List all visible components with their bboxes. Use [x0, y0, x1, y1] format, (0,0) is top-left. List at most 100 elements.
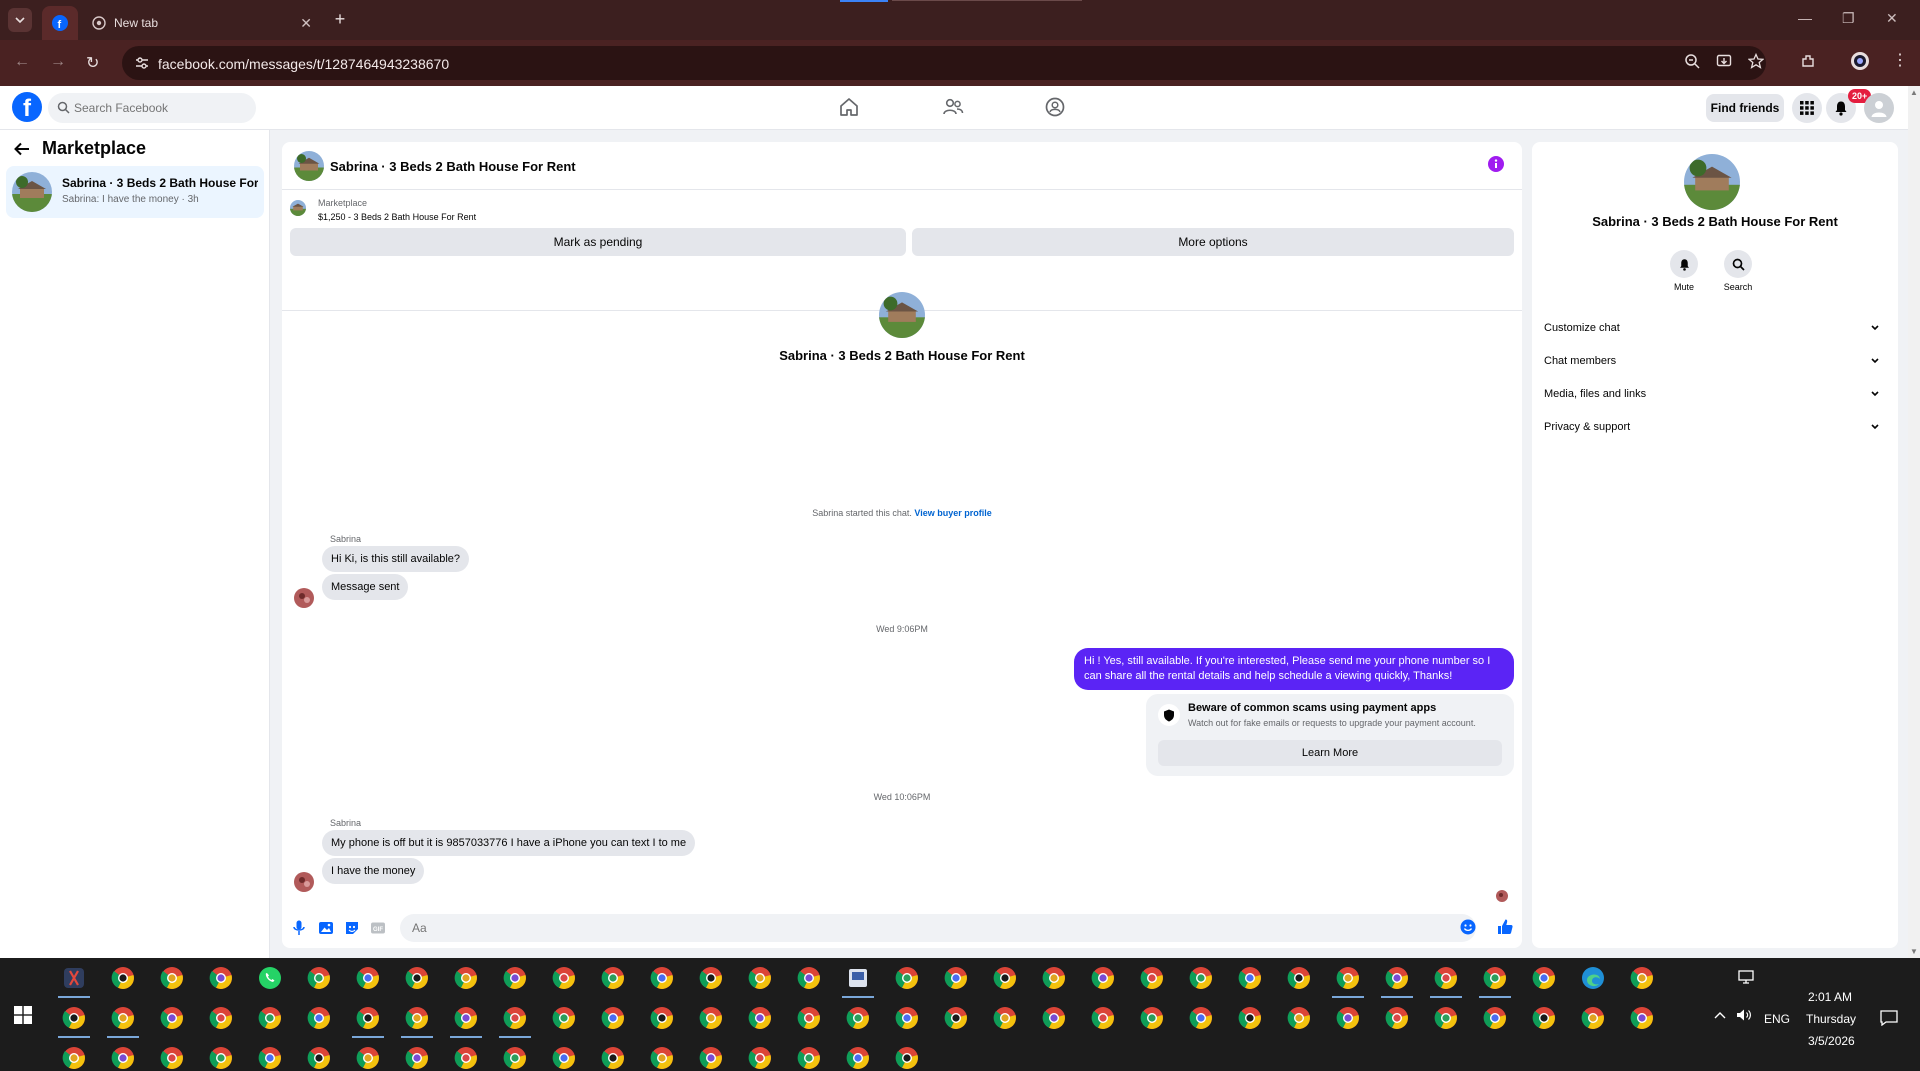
- chrome-app-icon[interactable]: [356, 966, 380, 990]
- incoming-message[interactable]: Message sent: [322, 574, 409, 600]
- more-options-button[interactable]: More options: [912, 228, 1514, 256]
- chrome-app-icon[interactable]: [1091, 966, 1115, 990]
- mute-button[interactable]: Mute: [1664, 250, 1704, 292]
- whatsapp-icon[interactable]: [258, 966, 282, 990]
- chrome-app-icon[interactable]: [601, 1006, 625, 1030]
- gif-icon[interactable]: GIF: [370, 920, 386, 936]
- tab-facebook[interactable]: f: [42, 6, 78, 40]
- chrome-app-icon[interactable]: [1336, 966, 1360, 990]
- scroll-down-arrow-icon[interactable]: ▼: [1910, 947, 1918, 956]
- chrome-app-icon[interactable]: [797, 1046, 821, 1070]
- site-settings-icon[interactable]: [134, 55, 150, 71]
- chrome-app-icon[interactable]: [846, 1046, 870, 1070]
- section-customize-chat[interactable]: Customize chat: [1544, 314, 1888, 342]
- thumbs-up-icon[interactable]: [1496, 918, 1514, 936]
- clock-time[interactable]: 2:01 AM: [1808, 990, 1852, 1004]
- back-arrow-icon[interactable]: ←: [14, 53, 30, 71]
- chevron-up-icon[interactable]: [1714, 1010, 1726, 1020]
- profile-icon[interactable]: [1850, 51, 1870, 71]
- chrome-app-icon[interactable]: [895, 966, 919, 990]
- listing-thumbnail[interactable]: [290, 200, 306, 216]
- chrome-app-icon[interactable]: [111, 1006, 135, 1030]
- sender-avatar[interactable]: [294, 872, 314, 892]
- chrome-app-icon[interactable]: [1434, 966, 1458, 990]
- tab-search-button[interactable]: [8, 8, 32, 32]
- chrome-app-icon[interactable]: [993, 1006, 1017, 1030]
- incoming-message[interactable]: Hi Ki, is this still available?: [322, 546, 469, 572]
- clock-date[interactable]: 3/5/2026: [1808, 1034, 1855, 1048]
- chrome-app-icon[interactable]: [1238, 966, 1262, 990]
- microphone-icon[interactable]: [292, 920, 306, 936]
- sender-avatar[interactable]: [294, 588, 314, 608]
- incoming-message[interactable]: My phone is off but it is 9857033776 I h…: [322, 830, 696, 856]
- zoom-icon[interactable]: [1684, 53, 1700, 69]
- message-input[interactable]: [400, 914, 1476, 942]
- chrome-app-icon[interactable]: [454, 1006, 478, 1030]
- facebook-logo[interactable]: f: [12, 92, 42, 122]
- listing-house-avatar[interactable]: [1684, 154, 1740, 210]
- search-conversation-button[interactable]: Search: [1718, 250, 1758, 292]
- chrome-app-icon[interactable]: [748, 1046, 772, 1070]
- listing-price[interactable]: $1,250 - 3 Beds 2 Bath House For Rent: [318, 212, 476, 222]
- chrome-app-icon[interactable]: [993, 966, 1017, 990]
- chrome-app-icon[interactable]: [650, 1006, 674, 1030]
- forward-arrow-icon[interactable]: →: [50, 53, 66, 71]
- chrome-app-icon[interactable]: [356, 1046, 380, 1070]
- chrome-app-icon[interactable]: [699, 1046, 723, 1070]
- chrome-app-icon[interactable]: [307, 966, 331, 990]
- extensions-icon[interactable]: [1800, 53, 1816, 69]
- chat-title[interactable]: Sabrina · 3 Beds 2 Bath House For Rent: [330, 159, 576, 174]
- reload-icon[interactable]: ↻: [86, 53, 99, 73]
- view-buyer-profile-link[interactable]: View buyer profile: [914, 508, 991, 518]
- chrome-app-icon[interactable]: [1532, 966, 1556, 990]
- info-icon[interactable]: [1488, 156, 1504, 172]
- clock-day[interactable]: Thursday: [1806, 1012, 1856, 1026]
- chrome-app-icon[interactable]: [895, 1046, 919, 1070]
- chrome-app-icon[interactable]: [1042, 1006, 1066, 1030]
- chrome-app-icon[interactable]: [160, 1006, 184, 1030]
- chrome-app-icon[interactable]: [405, 1046, 429, 1070]
- chrome-app-icon[interactable]: [1140, 966, 1164, 990]
- chrome-app-icon[interactable]: [797, 1006, 821, 1030]
- chrome-app-icon[interactable]: [160, 1046, 184, 1070]
- display-icon[interactable]: [1738, 970, 1754, 984]
- chrome-app-icon[interactable]: [1042, 966, 1066, 990]
- chrome-app-icon[interactable]: [601, 966, 625, 990]
- chrome-app-icon[interactable]: [503, 1006, 527, 1030]
- chrome-app-icon[interactable]: [454, 1046, 478, 1070]
- browser-menu-icon[interactable]: ⋮: [1892, 50, 1908, 70]
- minimize-icon[interactable]: —: [1798, 10, 1812, 26]
- chrome-app-icon[interactable]: [503, 1046, 527, 1070]
- chrome-app-icon[interactable]: [699, 966, 723, 990]
- edge-icon[interactable]: [1581, 966, 1605, 990]
- chrome-app-icon[interactable]: [1630, 966, 1654, 990]
- chrome-app-icon[interactable]: [1385, 1006, 1409, 1030]
- chrome-app-icon[interactable]: [405, 966, 429, 990]
- chrome-app-icon[interactable]: [1385, 966, 1409, 990]
- section-privacy-support[interactable]: Privacy & support: [1544, 413, 1888, 441]
- chrome-app-icon[interactable]: [699, 1006, 723, 1030]
- chrome-app-icon[interactable]: [1189, 966, 1213, 990]
- install-app-icon[interactable]: [1716, 53, 1732, 69]
- chrome-app-icon[interactable]: [1483, 1006, 1507, 1030]
- snipping-tool-icon[interactable]: [62, 966, 86, 990]
- chrome-app-icon[interactable]: [650, 1046, 674, 1070]
- chrome-app-icon[interactable]: [258, 1006, 282, 1030]
- chrome-app-icon[interactable]: [209, 1046, 233, 1070]
- emoji-icon[interactable]: [1460, 919, 1476, 935]
- chrome-app-icon[interactable]: [503, 966, 527, 990]
- listing-house-avatar[interactable]: [294, 151, 324, 181]
- chrome-app-icon[interactable]: [1434, 1006, 1458, 1030]
- chrome-app-icon[interactable]: [209, 1006, 233, 1030]
- search-input[interactable]: [74, 93, 250, 123]
- page-scrollbar[interactable]: ▲ ▼: [1908, 86, 1920, 958]
- incoming-message[interactable]: I have the money: [322, 858, 425, 884]
- chrome-app-icon[interactable]: [1532, 1006, 1556, 1030]
- bookmark-star-icon[interactable]: [1748, 53, 1764, 69]
- scroll-up-arrow-icon[interactable]: ▲: [1910, 88, 1918, 97]
- close-window-icon[interactable]: ✕: [1886, 10, 1898, 27]
- chrome-app-icon[interactable]: [111, 966, 135, 990]
- chrome-app-icon[interactable]: [748, 966, 772, 990]
- listing-house-avatar[interactable]: [879, 292, 925, 338]
- chrome-app-icon[interactable]: [1189, 1006, 1213, 1030]
